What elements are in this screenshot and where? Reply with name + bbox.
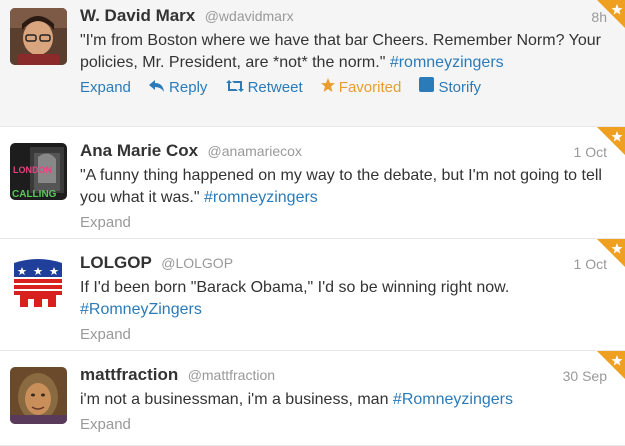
tweet-item[interactable]: W. David Marx @wdavidmarx 8h "I'm from B… <box>0 0 625 127</box>
tweet-header: W. David Marx @wdavidmarx 8h <box>80 6 607 30</box>
retweet-label: Retweet <box>247 79 303 96</box>
retweet-icon <box>225 77 244 99</box>
favorite-corner-icon <box>597 127 625 155</box>
tweet-content: mattfraction @mattfraction 30 Sep i'm no… <box>80 365 607 436</box>
tweet-text: "A funny thing happened on my way to the… <box>80 165 607 209</box>
hashtag-link[interactable]: #romneyzingers <box>204 189 318 206</box>
avatar-image <box>10 255 67 312</box>
expand-label: Expand <box>80 79 131 96</box>
expand-link[interactable]: Expand <box>80 214 131 231</box>
avatar[interactable] <box>10 8 67 65</box>
avatar-image: LONDON CALLING <box>10 143 67 200</box>
avatar[interactable] <box>10 367 67 424</box>
avatar[interactable] <box>10 255 67 312</box>
author-name[interactable]: LOLGOP <box>80 253 152 272</box>
tweet-item[interactable]: LONDON CALLING Ana Marie Cox @anamarieco… <box>0 127 625 239</box>
retweet-button[interactable]: Retweet <box>225 77 303 99</box>
storify-label: Storify <box>438 79 481 96</box>
tweet-body: "I'm from Boston where we have that bar … <box>80 32 601 71</box>
tweet-item[interactable]: mattfraction @mattfraction 30 Sep i'm no… <box>0 351 625 446</box>
tweet-text: i'm not a businessman, i'm a business, m… <box>80 389 607 411</box>
tweet-header: Ana Marie Cox @anamariecox 1 Oct <box>80 141 607 165</box>
author-handle[interactable]: @LOLGOP <box>161 255 233 271</box>
favorite-button[interactable]: Favorited <box>320 77 402 99</box>
tweet-content: Ana Marie Cox @anamariecox 1 Oct "A funn… <box>80 141 607 234</box>
tweet-content: LOLGOP @LOLGOP 1 Oct If I'd been born "B… <box>80 253 607 346</box>
tweet-actions: Expand <box>80 212 607 234</box>
expand-link[interactable]: Expand <box>80 416 131 433</box>
tweet-text: If I'd been born "Barack Obama," I'd so … <box>80 277 607 321</box>
svg-text:CALLING: CALLING <box>12 189 57 200</box>
hashtag-link[interactable]: #Romneyzingers <box>393 391 513 408</box>
star-icon <box>320 77 335 99</box>
favorite-corner-icon <box>597 0 625 28</box>
author-name[interactable]: Ana Marie Cox <box>80 141 198 160</box>
hashtag-link[interactable]: #romneyzingers <box>390 54 504 71</box>
avatar-image <box>10 367 67 424</box>
tweet-text: "I'm from Boston where we have that bar … <box>80 30 607 74</box>
tweet-actions: Expand <box>80 414 607 436</box>
expand-link[interactable]: Expand <box>80 326 131 343</box>
author-name[interactable]: mattfraction <box>80 365 178 384</box>
tweet-header: mattfraction @mattfraction 30 Sep <box>80 365 607 389</box>
storify-button[interactable]: Storify <box>419 77 481 99</box>
tweet-feed: W. David Marx @wdavidmarx 8h "I'm from B… <box>0 0 625 446</box>
author-name[interactable]: W. David Marx <box>80 6 195 25</box>
expand-link[interactable]: Expand <box>80 77 131 99</box>
svg-text:LONDON: LONDON <box>13 165 52 175</box>
favorite-corner-icon <box>597 239 625 267</box>
tweet-body: i'm not a businessman, i'm a business, m… <box>80 391 389 408</box>
reply-icon <box>149 77 165 99</box>
tweet-body: If I'd been born "Barack Obama," I'd so … <box>80 279 510 296</box>
reply-label: Reply <box>169 79 208 96</box>
author-handle[interactable]: @wdavidmarx <box>205 8 294 24</box>
favorite-corner-icon <box>597 351 625 379</box>
avatar[interactable]: LONDON CALLING <box>10 143 67 200</box>
storify-icon <box>419 77 435 99</box>
favorite-label: Favorited <box>338 79 402 96</box>
tweet-item[interactable]: LOLGOP @LOLGOP 1 Oct If I'd been born "B… <box>0 239 625 351</box>
tweet-actions: Expand <box>80 324 607 346</box>
tweet-content: W. David Marx @wdavidmarx 8h "I'm from B… <box>80 6 607 99</box>
tweet-actions: Expand Reply Retweet Favorited Storify <box>80 77 607 99</box>
author-handle[interactable]: @anamariecox <box>208 143 302 159</box>
tweet-header: LOLGOP @LOLGOP 1 Oct <box>80 253 607 277</box>
reply-button[interactable]: Reply <box>149 77 207 99</box>
avatar-image <box>10 8 67 65</box>
tweet-body: "A funny thing happened on my way to the… <box>80 167 602 206</box>
author-handle[interactable]: @mattfraction <box>188 367 275 383</box>
hashtag-link[interactable]: #RomneyZingers <box>80 301 202 318</box>
